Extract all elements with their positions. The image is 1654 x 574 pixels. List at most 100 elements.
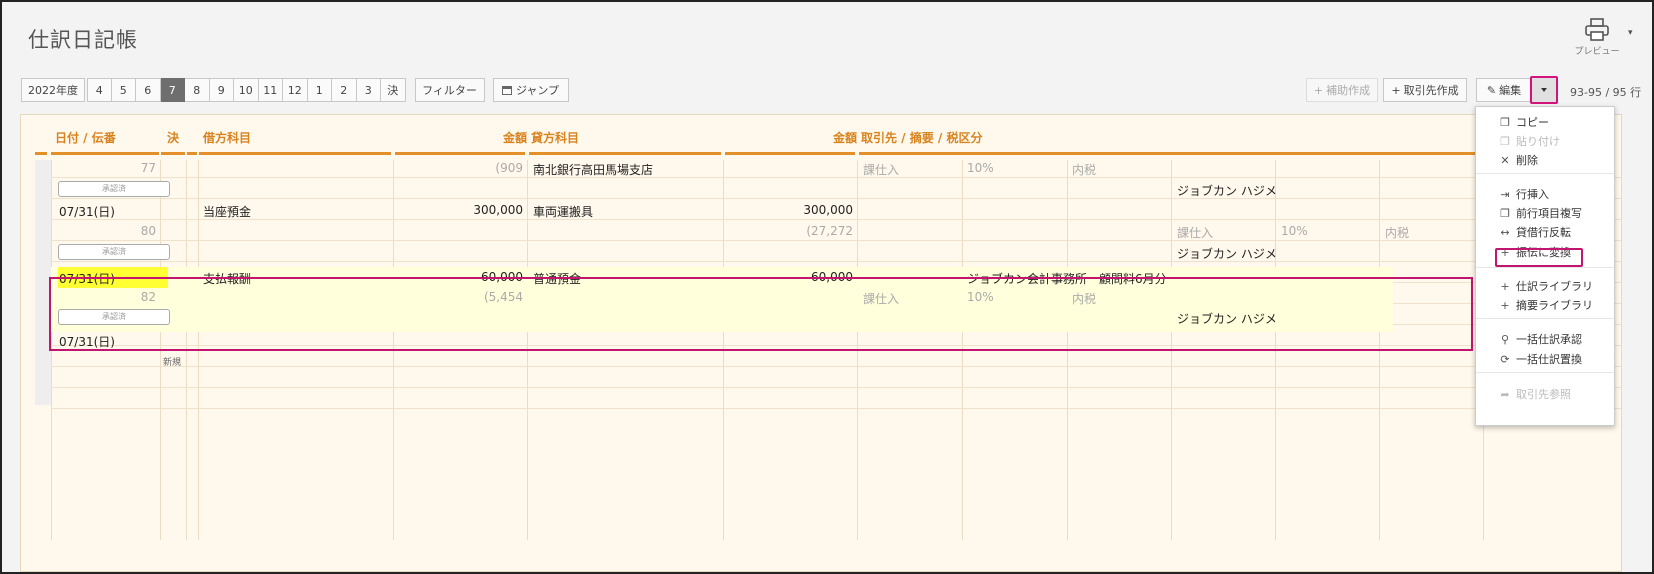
entered-by: ジョブカン ハジメ: [1177, 184, 1277, 198]
debit-amount[interactable]: 60,000: [395, 270, 523, 284]
edit-dropdown-menu: ❐ コピー ❐ 貼り付け ✕ 削除 ⇥ 行挿入 ❐ 前行項目複写 ↔ 貸借行反転 + 振伝に変…: [1475, 106, 1615, 426]
caret-down-icon: [1541, 88, 1547, 92]
month-2[interactable]: 2: [332, 78, 357, 102]
month-11[interactable]: 11: [258, 78, 283, 102]
swap-arrows-icon: ↔: [1500, 225, 1510, 239]
month-3[interactable]: 3: [356, 78, 381, 102]
header-memo: 取引先 / 摘要 / 税区分: [861, 131, 983, 145]
table-row[interactable]: [51, 157, 1621, 178]
tax-rate: 10%: [967, 161, 994, 175]
header-underline: [187, 152, 197, 155]
credit-account[interactable]: 普通預金: [533, 270, 581, 287]
table-row[interactable]: [51, 388, 1621, 409]
tax-rate: 10%: [1281, 224, 1308, 238]
menu-item-label: 前行項目複写: [1516, 207, 1582, 220]
table-row[interactable]: [51, 178, 1621, 199]
new-entry-label[interactable]: 新規: [163, 355, 181, 368]
menu-item-paste[interactable]: ❐ 貼り付け: [1498, 133, 1560, 149]
row-counter: 93-95 / 95 行: [1570, 86, 1642, 99]
credit-tax-amount: (27,272: [806, 224, 853, 238]
menu-item-label: 一括仕訳承認: [1516, 333, 1582, 346]
preview-button[interactable]: プレビュー: [1572, 18, 1622, 57]
header-credit-amount: 金額: [832, 131, 857, 145]
menu-item-label: 一括仕訳置換: [1516, 353, 1582, 366]
debit-account[interactable]: 当座預金: [203, 203, 251, 220]
filter-button[interactable]: フィルター: [414, 78, 485, 102]
header-underline: [395, 152, 525, 155]
month-6[interactable]: 6: [136, 78, 161, 102]
menu-item-journal-library[interactable]: + 仕訳ライブラリ: [1498, 278, 1593, 294]
month-5[interactable]: 5: [111, 78, 136, 102]
credit-account[interactable]: 南北銀行高田馬場支店: [533, 161, 653, 178]
tax-inclusion: 内税: [1385, 226, 1410, 240]
month-8[interactable]: 8: [185, 78, 210, 102]
credit-account[interactable]: 車両運搬具: [533, 203, 593, 220]
table-row[interactable]: [51, 346, 1621, 367]
menu-separator: [1476, 173, 1614, 174]
menu-item-delete[interactable]: ✕ 削除: [1498, 152, 1538, 168]
month-4[interactable]: 4: [87, 78, 112, 102]
menu-item-highlight: [1495, 248, 1583, 267]
plus-icon: +: [1500, 298, 1510, 312]
menu-item-bulk-approve[interactable]: ⚲ 一括仕訳承認: [1498, 331, 1582, 347]
month-selector: 4 5 6 7 8 9 10 11 12 1 2 3 決: [87, 78, 406, 102]
create-subaccount-button[interactable]: + 補助作成: [1306, 78, 1378, 102]
toolbar: 2022年度 4 5 6 7 8 9 10 11 12 1 2 3 決 フィルタ…: [21, 78, 569, 102]
month-closing[interactable]: 決: [381, 78, 406, 102]
tax-type: 課仕入: [1177, 226, 1214, 240]
table-row[interactable]: [51, 241, 1621, 262]
entry-date[interactable]: 07/31(日): [59, 270, 115, 287]
menu-item-label: 仕訳ライブラリ: [1516, 280, 1593, 293]
month-1[interactable]: 1: [307, 78, 332, 102]
debit-amount[interactable]: 300,000: [395, 203, 523, 217]
debit-tax-amount: (5,454: [483, 290, 523, 304]
memo[interactable]: ジョブカン会計事務所 顧問料6月分: [967, 270, 1167, 287]
table-row[interactable]: [51, 367, 1621, 388]
plus-icon: +: [1313, 83, 1324, 97]
header-closing: 決: [167, 131, 180, 145]
menu-item-partner-reference[interactable]: ➦ 取引先参照: [1498, 386, 1571, 402]
preview-dropdown-icon[interactable]: ▾: [1628, 28, 1633, 38]
jump-label: ジャンプ: [515, 84, 560, 97]
menu-item-label: 貸借行反転: [1516, 226, 1571, 239]
month-7[interactable]: 7: [160, 78, 185, 102]
indent-icon: ⇥: [1500, 187, 1510, 201]
jump-button[interactable]: ジャンプ: [492, 78, 569, 102]
approved-badge[interactable]: 承認済: [58, 244, 170, 260]
copy-icon: ❐: [1500, 115, 1510, 129]
menu-item-copy-previous[interactable]: ❐ 前行項目複写: [1498, 205, 1582, 221]
entry-date[interactable]: 07/31(日): [59, 333, 115, 350]
month-12[interactable]: 12: [283, 78, 308, 102]
calendar-icon: [501, 85, 512, 95]
stamp-icon: ⚲: [1500, 332, 1510, 346]
edit-menu-toggle[interactable]: [1530, 76, 1558, 104]
app-window: 仕訳日記帳 プレビュー ▾ 2022年度 4 5 6 7 8 9 10 11 1…: [0, 0, 1654, 574]
header-debit-account: 借方科目: [203, 131, 252, 145]
approved-badge[interactable]: 承認済: [58, 181, 170, 197]
menu-item-label: コピー: [1516, 116, 1549, 129]
menu-item-copy[interactable]: ❐ コピー: [1498, 114, 1549, 130]
menu-item-summary-library[interactable]: + 摘要ライブラリ: [1498, 297, 1593, 313]
approved-badge[interactable]: 承認済: [58, 309, 170, 325]
fiscal-year-button[interactable]: 2022年度: [21, 78, 85, 102]
close-icon: ✕: [1500, 153, 1510, 167]
preview-label: プレビュー: [1574, 47, 1620, 57]
menu-item-swap[interactable]: ↔ 貸借行反転: [1498, 224, 1571, 240]
month-10[interactable]: 10: [234, 78, 259, 102]
copy-icon: ❐: [1500, 206, 1510, 220]
tax-inclusion: 内税: [1072, 292, 1097, 306]
menu-item-bulk-replace[interactable]: ⟳ 一括仕訳置換: [1498, 351, 1582, 367]
credit-amount[interactable]: 60,000: [725, 270, 853, 284]
entry-date[interactable]: 07/31(日): [59, 203, 115, 220]
edit-button[interactable]: ✎ 編集: [1476, 78, 1532, 102]
menu-item-insert-row[interactable]: ⇥ 行挿入: [1498, 186, 1549, 202]
plus-icon: +: [1500, 279, 1510, 293]
menu-item-label: 行挿入: [1516, 188, 1549, 201]
month-9[interactable]: 9: [209, 78, 234, 102]
credit-amount[interactable]: 300,000: [725, 203, 853, 217]
debit-account[interactable]: 支払報酬: [203, 270, 251, 287]
create-partner-button[interactable]: + 取引先作成: [1383, 78, 1467, 102]
journal-grid: 日付 / 伝番 決 借方科目 金額 貸方科目 金額 取引先 / 摘要 / 税区分: [20, 114, 1622, 572]
debit-tax-amount: (909: [495, 161, 523, 175]
voucher-number: 77: [140, 161, 156, 175]
